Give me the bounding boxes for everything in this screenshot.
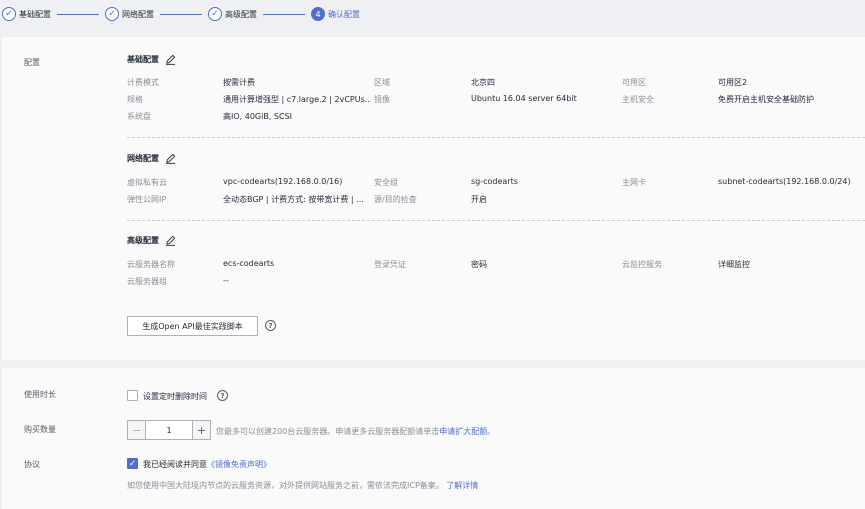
field-label: 云服务器名称 <box>127 260 175 269</box>
step-label: 基础配置 <box>19 9 51 19</box>
quantity-hint-text: 您最多可以创建200台云服务器。申请更多云服务器配额请单击 <box>216 427 440 436</box>
quantity-stepper: − 1 + <box>127 420 211 440</box>
field-label: 虚拟私有云 <box>127 178 167 187</box>
purchase-panel: 使用时长 设置定时删除时间 ? 购买数量 − 1 + 您最多可以创建200台云服… <box>2 368 865 509</box>
quantity-input[interactable]: 1 <box>146 421 192 439</box>
auto-delete-checkbox[interactable] <box>127 390 138 401</box>
field-value: 免费开启主机安全基础防护 <box>718 95 814 104</box>
learn-more-link[interactable]: 了解详情 <box>446 481 478 490</box>
help-icon[interactable]: ? <box>217 390 228 401</box>
field-label: 安全组 <box>374 178 398 187</box>
step-network[interactable]: ✓ 网络配置 <box>105 0 154 28</box>
section-title: 基础配置 <box>127 55 159 64</box>
check-icon: ✓ <box>2 7 16 21</box>
field-value: vpc-codearts(192.168.0.0/16) <box>223 177 343 186</box>
check-icon: ✓ <box>208 7 222 21</box>
step-connector <box>160 13 202 15</box>
step-connector <box>57 13 99 15</box>
field-value: 高IO, 40GiB, SCSI <box>223 112 293 121</box>
field-label: 主网卡 <box>622 178 646 187</box>
field-value: 开启 <box>471 195 487 204</box>
step-basic[interactable]: ✓ 基础配置 <box>2 0 51 28</box>
edit-icon[interactable] <box>165 235 176 246</box>
field-label: 云服务器组 <box>127 277 167 286</box>
field-value: 可用区2 <box>718 78 748 87</box>
field-label: 区域 <box>374 78 390 87</box>
duration-label: 使用时长 <box>24 390 56 399</box>
check-icon: ✓ <box>105 7 119 21</box>
generate-api-script-button[interactable]: 生成Open API最佳实践脚本 <box>127 316 258 336</box>
disclaimer-link[interactable]: 《镜像免责声明》 <box>207 460 271 469</box>
field-value: ecs-codearts <box>223 259 275 268</box>
step-label: 高级配置 <box>225 9 257 19</box>
step-connector <box>263 13 305 15</box>
config-side-label: 配置 <box>24 58 40 67</box>
agreement-text-label: 我已经阅读并同意 <box>143 460 207 469</box>
field-value: sg-codearts <box>471 177 518 186</box>
section-title: 网络配置 <box>127 154 159 163</box>
field-value: -- <box>223 276 229 285</box>
network-config-title: 网络配置 <box>127 153 176 164</box>
quantity-label: 购买数量 <box>24 425 56 434</box>
step-confirm: 4 确认配置 <box>311 0 360 28</box>
field-label: 镜像 <box>374 95 390 104</box>
icp-note: 如您使用中国大陆境内节点的云服务资源，对外提供网站服务之前，需依法完成ICP备案… <box>127 480 478 491</box>
field-label: 弹性公网IP <box>127 195 167 204</box>
section-title: 高级配置 <box>127 236 159 245</box>
field-value: 详细监控 <box>718 260 750 269</box>
section-divider <box>127 137 865 138</box>
field-label: 规格 <box>127 95 143 104</box>
edit-icon[interactable] <box>165 54 176 65</box>
help-icon[interactable]: ? <box>265 320 276 331</box>
field-label: 主机安全 <box>622 95 654 104</box>
step-number-icon: 4 <box>311 7 325 21</box>
field-label: 系统盘 <box>127 112 151 121</box>
field-label: 源/目的检查 <box>374 195 417 204</box>
advanced-config-title: 高级配置 <box>127 235 176 246</box>
field-label: 可用区 <box>622 78 646 87</box>
agreement-checkbox[interactable]: ✓ <box>127 458 138 469</box>
minus-icon[interactable]: − <box>128 421 146 439</box>
step-label: 网络配置 <box>122 9 154 19</box>
step-label: 确认配置 <box>328 9 360 19</box>
icp-note-text: 如您使用中国大陆境内节点的云服务资源，对外提供网站服务之前，需依法完成ICP备案… <box>127 481 444 490</box>
step-advanced[interactable]: ✓ 高级配置 <box>208 0 257 28</box>
field-label: 计费模式 <box>127 78 159 87</box>
field-label: 云监控服务 <box>622 260 662 269</box>
auto-delete-label: 设置定时删除时间 <box>143 392 207 401</box>
agreement-text: 我已经阅读并同意《镜像免责声明》 <box>143 459 271 470</box>
edit-icon[interactable] <box>165 153 176 164</box>
field-value: 全动态BGP | 计费方式: 按带宽计费 | ... <box>223 195 364 204</box>
field-value: 密码 <box>471 260 487 269</box>
field-value: 通用计算增强型 | c7.large.2 | 2vCPUs... <box>223 95 371 104</box>
field-value: 按需计费 <box>223 78 255 87</box>
quantity-hint: 您最多可以创建200台云服务器。申请更多云服务器配额请单击申请扩大配额。 <box>216 426 495 437</box>
plus-icon[interactable]: + <box>192 421 210 439</box>
wizard-steps: ✓ 基础配置 ✓ 网络配置 ✓ 高级配置 4 确认配置 <box>0 0 865 28</box>
field-value: subnet-codearts(192.168.0.0/24) <box>718 177 851 186</box>
section-divider <box>127 220 865 221</box>
quota-link[interactable]: 申请扩大配额 <box>439 427 487 436</box>
field-label: 登录凭证 <box>374 260 406 269</box>
basic-config-title: 基础配置 <box>127 54 176 65</box>
agreement-label: 协议 <box>24 460 40 469</box>
field-value: 北京四 <box>471 78 495 87</box>
quantity-hint-end: 。 <box>487 427 496 436</box>
field-value: Ubuntu 16.04 server 64bit <box>471 94 577 103</box>
config-summary-panel: 配置 基础配置 计费模式 按需计费 区域 北京四 可用区 可用区2 规格 通用计… <box>2 37 865 360</box>
